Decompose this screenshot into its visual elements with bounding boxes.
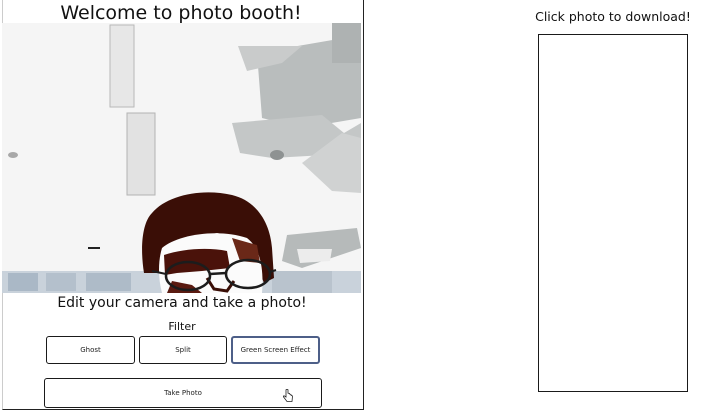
green-screen-filter-button[interactable]: Green Screen Effect bbox=[231, 336, 320, 364]
split-filter-button[interactable]: Split bbox=[139, 336, 227, 364]
ghost-filter-button[interactable]: Ghost bbox=[46, 336, 135, 364]
take-photo-button[interactable]: Take Photo bbox=[44, 378, 322, 408]
filter-label: Filter bbox=[168, 320, 196, 333]
camera-preview bbox=[2, 23, 361, 293]
page-title: Welcome to photo booth! bbox=[60, 2, 302, 24]
pointer-cursor-icon bbox=[283, 389, 293, 402]
camera-feed-image bbox=[2, 23, 361, 293]
instructions-text: Edit your camera and take a photo! bbox=[57, 295, 307, 311]
download-instructions: Click photo to download! bbox=[535, 9, 691, 24]
photo-strip[interactable] bbox=[538, 34, 688, 392]
